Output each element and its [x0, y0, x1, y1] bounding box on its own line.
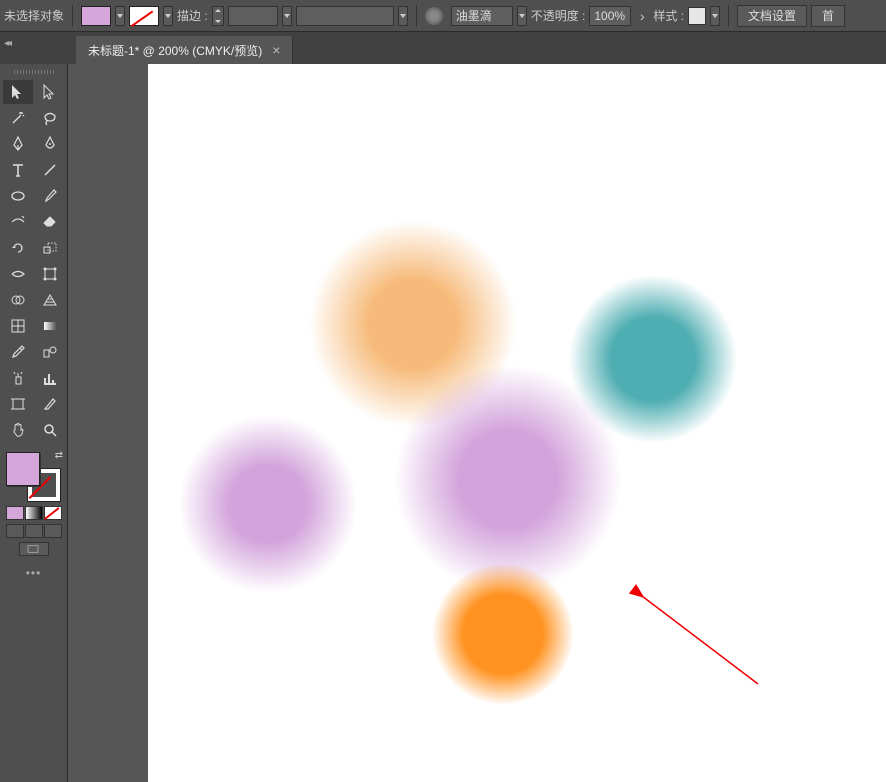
pen-tool[interactable]	[3, 132, 33, 156]
artwork-blob-orange-small	[433, 564, 573, 704]
document-tabstrip: 未标题-1* @ 200% (CMYK/预览) ×	[0, 32, 886, 64]
document-setup-button[interactable]: 文档设置	[737, 5, 807, 27]
toolbox-more-icon[interactable]: •••	[2, 566, 65, 580]
fill-dropdown[interactable]	[115, 6, 125, 26]
ellipse-tool[interactable]	[3, 184, 33, 208]
scale-tool[interactable]	[35, 236, 65, 260]
annotation-arrow	[628, 584, 768, 694]
pasteboard-left	[68, 64, 148, 782]
artwork-blob-purple-large	[393, 364, 623, 594]
stroke-swatch[interactable]	[129, 6, 159, 26]
pencil-tool[interactable]	[3, 210, 33, 234]
gradient-mode-button[interactable]	[25, 506, 43, 520]
opacity-field[interactable]: 100%	[589, 6, 631, 26]
free-transform-tool[interactable]	[35, 262, 65, 286]
gradient-tool[interactable]	[35, 314, 65, 338]
artwork-blob-purple-small	[178, 414, 358, 594]
panel-collapse-icon[interactable]: ◂◂	[4, 38, 10, 49]
tab-close-button[interactable]: ×	[272, 42, 280, 58]
brush-field[interactable]: 油墨滴	[451, 6, 513, 26]
rotate-tool[interactable]	[3, 236, 33, 260]
brush-icon	[425, 7, 443, 25]
screen-mode-c[interactable]	[44, 524, 62, 538]
document-tab[interactable]: 未标题-1* @ 200% (CMYK/预览) ×	[76, 36, 293, 64]
mesh-tool[interactable]	[3, 314, 33, 338]
stroke-profile-dropdown[interactable]	[398, 6, 408, 26]
direct-selection-tool[interactable]	[35, 80, 65, 104]
stroke-profile-field[interactable]	[296, 6, 394, 26]
separator	[416, 5, 417, 27]
selection-tool[interactable]	[3, 80, 33, 104]
prefs-button[interactable]: 首	[811, 5, 845, 27]
screen-mode-b[interactable]	[25, 524, 43, 538]
opacity-label: 不透明度 :	[531, 7, 586, 24]
stroke-label: 描边 :	[177, 7, 208, 24]
separator	[72, 5, 73, 27]
tab-title: 未标题-1* @ 200% (CMYK/预览)	[88, 42, 262, 59]
stroke-stepper[interactable]	[212, 6, 224, 26]
canvas[interactable]	[148, 64, 886, 782]
curvature-tool[interactable]	[35, 132, 65, 156]
width-tool[interactable]	[3, 262, 33, 286]
none-mode-button[interactable]	[44, 506, 62, 520]
color-mode-button[interactable]	[6, 506, 24, 520]
screen-mode-a[interactable]	[6, 524, 24, 538]
brush-dropdown[interactable]	[517, 6, 527, 26]
column-graph-tool[interactable]	[35, 366, 65, 390]
toolbox-grip[interactable]	[14, 70, 54, 74]
artboard-tool[interactable]	[3, 392, 33, 416]
eyedropper-tool[interactable]	[3, 340, 33, 364]
swap-fill-stroke-icon[interactable]: ⇄	[55, 450, 63, 461]
slice-tool[interactable]	[35, 392, 65, 416]
style-dropdown[interactable]	[710, 6, 720, 26]
fill-box[interactable]	[6, 452, 40, 486]
style-label: 样式 :	[653, 7, 684, 24]
symbol-sprayer-tool[interactable]	[3, 366, 33, 390]
separator	[728, 5, 729, 27]
fill-swatch[interactable]	[81, 6, 111, 26]
eraser-tool[interactable]	[35, 210, 65, 234]
stroke-weight-field[interactable]	[228, 6, 278, 26]
magic-wand-tool[interactable]	[3, 106, 33, 130]
style-swatch[interactable]	[688, 7, 706, 25]
options-toolbar: 未选择对象 描边 : 油墨滴 不透明度 : 100% 样式 : 文档设置 首	[0, 0, 886, 32]
hand-tool[interactable]	[3, 418, 33, 442]
document-area	[68, 64, 886, 782]
fill-stroke-control[interactable]: ⇄	[6, 452, 61, 502]
lasso-tool[interactable]	[35, 106, 65, 130]
stroke-dropdown[interactable]	[163, 6, 173, 26]
opacity-more[interactable]	[635, 6, 649, 26]
no-selection-label: 未选择对象	[4, 7, 64, 24]
perspective-grid-tool[interactable]	[35, 288, 65, 312]
type-tool[interactable]	[3, 158, 33, 182]
paintbrush-tool[interactable]	[35, 184, 65, 208]
toolbox: ⇄ •••	[0, 64, 68, 782]
line-tool[interactable]	[35, 158, 65, 182]
blend-tool[interactable]	[35, 340, 65, 364]
stroke-weight-dropdown[interactable]	[282, 6, 292, 26]
zoom-tool[interactable]	[35, 418, 65, 442]
draw-mode-button[interactable]	[19, 542, 49, 556]
shape-builder-tool[interactable]	[3, 288, 33, 312]
